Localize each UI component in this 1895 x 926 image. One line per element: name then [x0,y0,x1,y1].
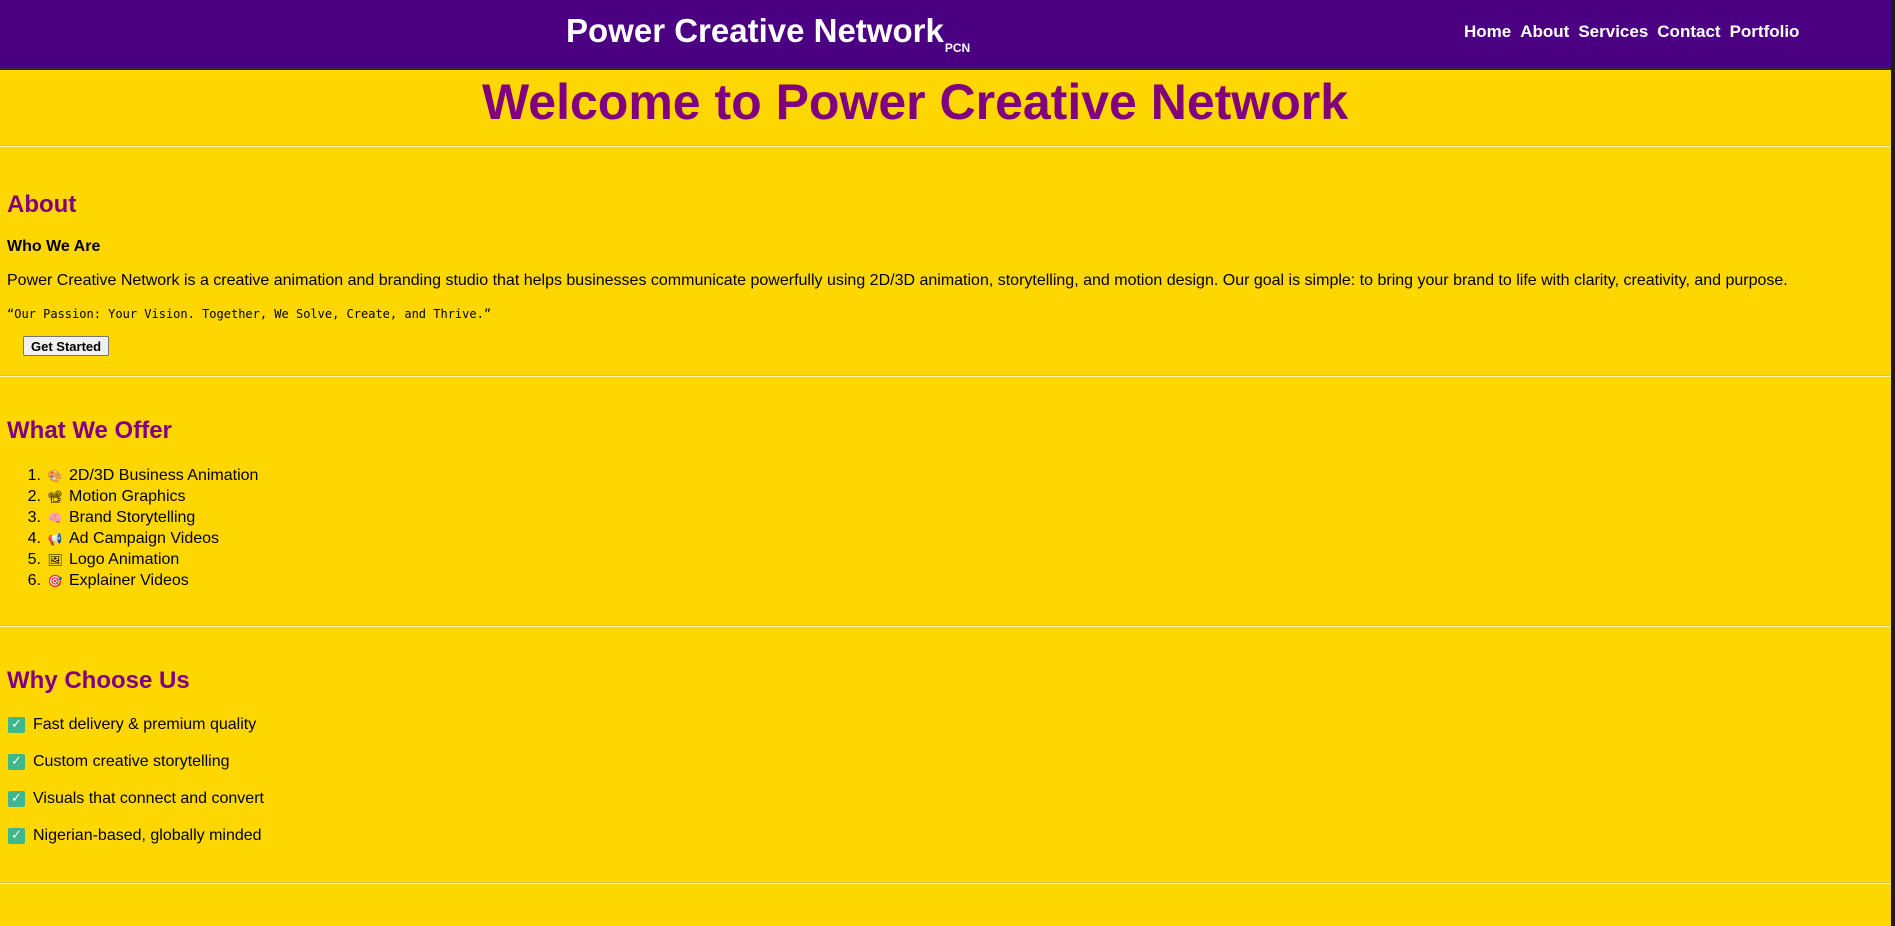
page: Power Creative NetworkPCN Home About Ser… [0,0,1895,926]
offer-heading: What We Offer [7,417,172,444]
divider [0,882,1891,884]
about-paragraph: Power Creative Network is a creative ani… [7,272,1788,289]
nav-home[interactable]: Home [1464,22,1511,42]
film-projector-icon: 📽 [47,489,63,504]
list-item: 4. 📢 Ad Campaign Videos [0,528,258,549]
offer-label: Explainer Videos [69,571,189,589]
offer-label: Motion Graphics [69,487,186,505]
offer-list: 1. 🎨 2D/3D Business Animation 2. 📽 Motio… [0,465,259,591]
offer-label: Logo Animation [69,550,180,568]
list-number: 4. [27,529,41,547]
divider [0,375,1891,377]
about-heading: About [7,191,77,218]
who-we-are-heading: Who We Are [7,238,101,255]
target-icon: 🎯 [47,573,63,588]
list-item: 3. 🧠 Brand Storytelling [0,507,258,528]
brand-name: Power Creative Network [566,12,944,49]
list-item: 1. 🎨 2D/3D Business Animation [0,465,259,486]
list-item: 5. 🖼 Logo Animation [0,549,258,570]
list-number: 5. [27,550,41,568]
nav-services[interactable]: Services [1578,22,1648,42]
site-header: Power Creative NetworkPCN Home About Ser… [0,0,1891,70]
why-label: Custom creative storytelling [33,753,230,770]
brand-subscript: PCN [944,41,971,55]
check-icon: ✓ [8,717,25,733]
why-label: Nigerian-based, globally minded [33,827,262,844]
megaphone-icon: 📢 [47,531,63,546]
brand-logo[interactable]: Power Creative NetworkPCN [566,12,970,55]
list-item: 2. 📽 Motion Graphics [0,486,258,507]
list-item: ✓ Fast delivery & premium quality [8,716,256,734]
hero-title: Welcome to Power Creative Network [481,74,1348,130]
palette-icon: 🎨 [47,468,63,483]
list-item: ✓ Custom creative storytelling [8,753,230,771]
check-icon: ✓ [8,791,25,807]
list-item: 6. 🎯 Explainer Videos [0,570,258,591]
scrollbar[interactable] [1891,0,1895,926]
divider [0,145,1891,147]
why-label: Fast delivery & premium quality [33,716,257,733]
nav-portfolio[interactable]: Portfolio [1730,22,1800,42]
list-number: 3. [27,508,41,526]
brain-icon: 🧠 [47,510,63,525]
list-item: ✓ Nigerian-based, globally minded [8,827,262,845]
offer-label: Brand Storytelling [69,508,196,526]
check-icon: ✓ [8,754,25,770]
framed-picture-icon: 🖼 [47,552,63,567]
get-started-button[interactable]: Get Started [23,336,110,356]
offer-label: Ad Campaign Videos [69,529,220,547]
passion-quote: “Our Passion: Your Vision. Together, We … [7,307,492,321]
check-icon: ✓ [8,828,25,844]
list-item: ✓ Visuals that connect and convert [8,790,264,808]
offer-label: 2D/3D Business Animation [69,466,259,484]
list-number: 1. [27,466,41,484]
nav-contact[interactable]: Contact [1657,22,1720,42]
why-heading: Why Choose Us [7,667,190,694]
list-number: 6. [27,571,41,589]
why-label: Visuals that connect and convert [33,790,264,807]
main-nav: Home About Services Contact Portfolio [1464,22,1799,42]
divider [0,625,1891,627]
list-number: 2. [27,487,41,505]
nav-about[interactable]: About [1520,22,1569,42]
